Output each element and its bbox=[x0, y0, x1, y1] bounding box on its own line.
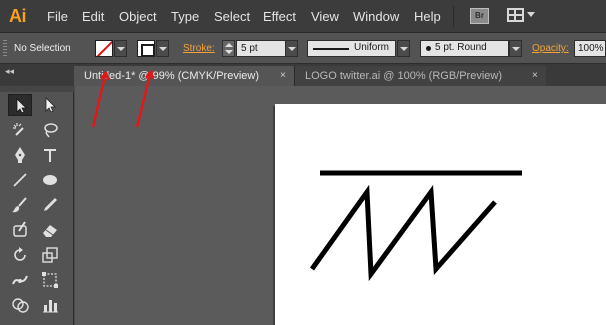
eraser-tool[interactable] bbox=[38, 219, 62, 241]
menu-view[interactable]: View bbox=[311, 9, 339, 24]
stroke-swatch[interactable] bbox=[137, 40, 155, 57]
tab-logo-twitter[interactable]: LOGO twitter.ai @ 100% (RGB/Preview) × bbox=[294, 66, 546, 86]
control-bar: No Selection Stroke: 5 pt Uniform 5 pt. … bbox=[0, 33, 606, 64]
panel-grip[interactable] bbox=[3, 40, 7, 57]
stroke-color-dropdown[interactable] bbox=[156, 40, 169, 57]
illustrator-logo: Ai bbox=[9, 6, 27, 26]
tools-panel-header[interactable] bbox=[0, 86, 74, 92]
canvas-area[interactable] bbox=[75, 86, 606, 325]
shape-builder-icon bbox=[12, 298, 29, 313]
close-icon[interactable]: × bbox=[532, 66, 538, 86]
type-t-icon bbox=[44, 149, 56, 162]
stroke-weight-field[interactable]: 5 pt bbox=[236, 40, 286, 57]
fill-dropdown[interactable] bbox=[114, 40, 127, 57]
artboard[interactable] bbox=[275, 104, 606, 325]
close-icon[interactable]: × bbox=[280, 66, 286, 86]
graph-tool[interactable] bbox=[38, 294, 62, 316]
blob-brush-icon bbox=[13, 221, 27, 237]
line-icon bbox=[13, 173, 27, 187]
opacity-panel-link[interactable]: Opacity: bbox=[532, 43, 569, 54]
menu-edit[interactable]: Edit bbox=[82, 9, 104, 24]
direct-selection-tool[interactable] bbox=[38, 94, 62, 116]
white-arrow-icon bbox=[45, 97, 56, 113]
pencil-tool[interactable] bbox=[38, 194, 62, 216]
arrow-cursor-icon bbox=[16, 98, 27, 114]
document-tab-bar: ◂◂ Untitled-1* @ 99% (CMYK/Preview) × LO… bbox=[0, 64, 606, 86]
chevron-down-icon bbox=[527, 12, 535, 17]
pen-tool[interactable] bbox=[8, 144, 32, 166]
ellipse-icon bbox=[43, 175, 57, 185]
tab-label: Untitled-1* @ 99% (CMYK/Preview) bbox=[84, 70, 259, 82]
blob-brush-tool[interactable] bbox=[8, 219, 32, 241]
stroke-panel-link[interactable]: Stroke: bbox=[183, 43, 215, 54]
workspace-switcher-button[interactable] bbox=[507, 8, 535, 24]
profile-preview-line bbox=[313, 48, 349, 50]
menu-object[interactable]: Object bbox=[119, 9, 157, 24]
tab-label: LOGO twitter.ai @ 100% (RGB/Preview) bbox=[305, 70, 503, 82]
scale-icon bbox=[42, 247, 58, 263]
width-profile-dropdown[interactable] bbox=[397, 40, 410, 57]
menu-select[interactable]: Select bbox=[214, 9, 250, 24]
pencil-icon bbox=[44, 198, 57, 211]
brush-label: 5 pt. Round bbox=[435, 42, 487, 53]
tools-panel bbox=[0, 86, 74, 325]
paintbrush-icon bbox=[12, 197, 27, 213]
menu-type[interactable]: Type bbox=[171, 9, 199, 24]
lasso-tool[interactable] bbox=[38, 119, 62, 141]
tab-untitled-1[interactable]: Untitled-1* @ 99% (CMYK/Preview) × bbox=[74, 66, 294, 86]
width-tool[interactable] bbox=[8, 269, 32, 291]
menu-effect[interactable]: Effect bbox=[263, 9, 296, 24]
rotate-icon bbox=[14, 247, 26, 261]
width-profile-label: Uniform bbox=[354, 42, 390, 53]
free-transform-icon bbox=[42, 272, 58, 288]
magic-wand-tool[interactable] bbox=[8, 119, 32, 141]
shape-builder-tool[interactable] bbox=[8, 294, 32, 316]
menu-help[interactable]: Help bbox=[414, 9, 441, 24]
width-icon bbox=[12, 275, 28, 285]
zigzag-path[interactable] bbox=[309, 184, 497, 282]
fill-swatch[interactable] bbox=[95, 40, 113, 57]
brush-definition-select[interactable]: 5 pt. Round bbox=[420, 40, 509, 57]
paintbrush-tool[interactable] bbox=[8, 194, 32, 216]
free-transform-tool[interactable] bbox=[38, 269, 62, 291]
type-tool[interactable] bbox=[38, 144, 62, 166]
bridge-button[interactable]: Br bbox=[470, 8, 489, 24]
opacity-field[interactable]: 100% bbox=[574, 40, 606, 57]
line-segment-tool[interactable] bbox=[8, 169, 32, 191]
rotate-tool[interactable] bbox=[8, 244, 32, 266]
bar-graph-icon bbox=[43, 300, 58, 313]
ellipse-tool[interactable] bbox=[38, 169, 62, 191]
artwork[interactable] bbox=[275, 104, 606, 325]
menu-separator bbox=[453, 6, 454, 27]
eraser-icon bbox=[43, 225, 57, 237]
magic-wand-icon bbox=[13, 123, 24, 136]
pen-icon bbox=[15, 147, 25, 163]
stroke-weight-stepper[interactable] bbox=[222, 40, 235, 57]
grid-layout-icon bbox=[507, 8, 524, 22]
stroke-weight-dropdown[interactable] bbox=[285, 40, 298, 57]
selection-tool[interactable] bbox=[8, 94, 32, 116]
collapse-panels-icon[interactable]: ◂◂ bbox=[5, 66, 14, 77]
brush-dropdown[interactable] bbox=[509, 40, 522, 57]
lasso-icon bbox=[44, 123, 58, 138]
width-profile-select[interactable]: Uniform bbox=[307, 40, 396, 57]
menu-bar: Ai File Edit Object Type Select Effect V… bbox=[0, 0, 606, 33]
menu-window[interactable]: Window bbox=[353, 9, 399, 24]
scale-tool[interactable] bbox=[38, 244, 62, 266]
selection-status: No Selection bbox=[14, 43, 71, 54]
menu-file[interactable]: File bbox=[47, 9, 68, 24]
brush-dot-icon bbox=[426, 46, 431, 51]
